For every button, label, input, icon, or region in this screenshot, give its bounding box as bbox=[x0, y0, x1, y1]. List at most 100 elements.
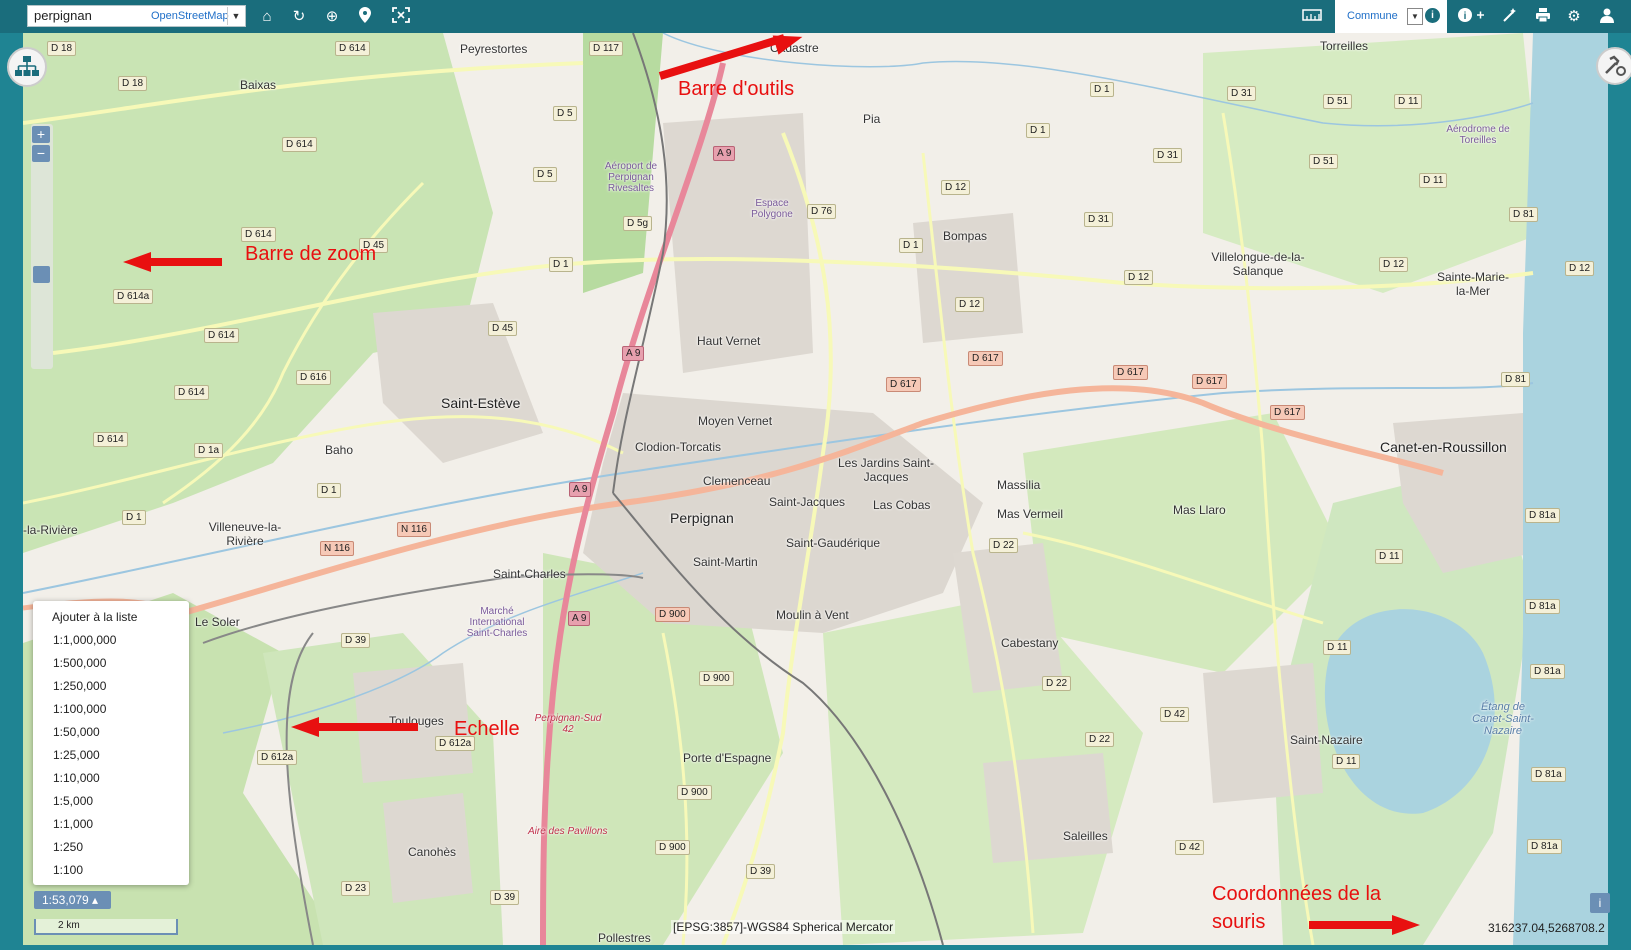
place-label: Saint-Martin bbox=[693, 555, 758, 569]
road-label: D 45 bbox=[488, 321, 518, 336]
place-label: Villelongue-de-la-Salanque bbox=[1211, 250, 1305, 278]
map-view[interactable]: Peyrestortes Cadastre Torreilles Baixas … bbox=[23, 33, 1608, 945]
road-label: D 12 bbox=[941, 180, 971, 195]
annotation-zoom: Barre de zoom bbox=[245, 243, 377, 265]
road-label: D 614a bbox=[113, 289, 154, 304]
road-label: D 22 bbox=[989, 538, 1019, 553]
print-icon[interactable] bbox=[1533, 7, 1553, 27]
road-label: D 51 bbox=[1323, 94, 1353, 109]
scale-option[interactable]: 1:25,000 bbox=[53, 748, 100, 762]
commune-selector[interactable]: Commune ▼ i bbox=[1335, 0, 1447, 33]
place-label: Saint-Gaudérique bbox=[786, 536, 881, 550]
mouse-coordinates: 316237.04,5268708.2 bbox=[1488, 921, 1605, 935]
road-label: N 116 bbox=[397, 522, 431, 537]
place-label: Le Soler bbox=[195, 615, 240, 629]
zoom-in-button[interactable]: + bbox=[32, 126, 50, 143]
place-label: Pia bbox=[863, 112, 881, 126]
road-label: D 614 bbox=[241, 227, 276, 242]
road-label: D 51 bbox=[1309, 154, 1339, 169]
scale-option[interactable]: 1:100 bbox=[53, 863, 83, 877]
road-label: D 11 bbox=[1419, 173, 1448, 188]
place-label: Clodion-Torcatis bbox=[635, 440, 722, 454]
road-label: A 9 bbox=[568, 611, 591, 626]
road-label: D 617 bbox=[886, 377, 921, 392]
location-pin-icon[interactable] bbox=[355, 7, 375, 27]
road-label: D 5 bbox=[553, 106, 577, 121]
refresh-icon[interactable]: ↻ bbox=[289, 7, 309, 27]
road-label: A 9 bbox=[569, 482, 592, 497]
tools-panel-button[interactable] bbox=[1596, 47, 1631, 85]
zoom-out-button[interactable]: − bbox=[32, 145, 50, 162]
scale-option[interactable]: 1:250,000 bbox=[53, 679, 106, 693]
place-label: Canet-en-Roussillon bbox=[1380, 439, 1507, 455]
draw-icon[interactable] bbox=[1500, 7, 1520, 27]
scale-option[interactable]: 1:50,000 bbox=[53, 725, 100, 739]
scale-add-to-list[interactable]: Ajouter à la liste bbox=[52, 610, 137, 624]
search-box[interactable]: OpenStreetMap ▼ bbox=[27, 5, 246, 27]
place-label: Les Jardins Saint-Jacques bbox=[837, 456, 935, 484]
annotation-arrow bbox=[318, 723, 418, 731]
scale-selector-button[interactable]: 1:53,079 ▴ bbox=[34, 891, 111, 909]
road-label: D 81 bbox=[1501, 372, 1531, 387]
scale-option[interactable]: 1:10,000 bbox=[53, 771, 100, 785]
scale-dropdown-menu: Ajouter à la liste 1:1,000,000 1:500,000… bbox=[33, 601, 189, 885]
road-label: D 117 bbox=[589, 41, 623, 56]
place-label: Saint-Estève bbox=[441, 395, 521, 411]
road-label: N 116 bbox=[320, 541, 354, 556]
place-label: Bompas bbox=[943, 229, 988, 243]
place-label: Canohès bbox=[408, 845, 457, 859]
bottom-frame bbox=[0, 945, 1631, 950]
home-icon[interactable]: ⌂ bbox=[257, 7, 277, 27]
chevron-down-icon[interactable]: ▼ bbox=[227, 7, 244, 25]
place-label: Perpignan-Sud 42 bbox=[534, 713, 602, 735]
place-label: Peyrestortes bbox=[460, 42, 528, 56]
globe-icon[interactable]: ⊕ bbox=[322, 7, 342, 27]
place-label: -la-Rivière bbox=[23, 523, 78, 537]
place-label: Baixas bbox=[240, 78, 277, 92]
road-label: D 22 bbox=[1042, 676, 1072, 691]
place-label: Aire des Pavillons bbox=[528, 826, 608, 837]
annotation-arrow-head bbox=[1392, 915, 1420, 935]
road-label: D 617 bbox=[1113, 365, 1148, 380]
road-label: A 9 bbox=[622, 346, 645, 361]
annotation-arrow bbox=[150, 258, 222, 266]
layer-switcher-button[interactable] bbox=[7, 47, 47, 87]
place-label: Espace Polygone bbox=[751, 198, 793, 220]
info-plus-icon[interactable]: i bbox=[1456, 7, 1486, 27]
projection-label: [EPSG:3857]-WGS84 Spherical Mercator bbox=[671, 920, 896, 934]
place-label: Sainte-Marie-la-Mer bbox=[1436, 270, 1510, 298]
info-icon[interactable]: i bbox=[1425, 8, 1440, 23]
scale-option[interactable]: 1:1,000,000 bbox=[53, 633, 116, 647]
scale-option[interactable]: 1:1,000 bbox=[53, 817, 93, 831]
road-label: D 12 bbox=[1565, 261, 1595, 276]
place-label: Porte d'Espagne bbox=[683, 751, 772, 765]
annotation-scale: Echelle bbox=[454, 718, 520, 740]
place-label: Mas Vermeil bbox=[997, 507, 1064, 521]
road-label: D 18 bbox=[118, 76, 148, 91]
road-label: A 9 bbox=[713, 146, 736, 161]
attribution-info-button[interactable]: i bbox=[1590, 893, 1610, 913]
scale-option[interactable]: 1:5,000 bbox=[53, 794, 93, 808]
road-label: D 900 bbox=[655, 607, 690, 622]
road-label: D 614 bbox=[282, 137, 317, 152]
chevron-down-icon[interactable]: ▼ bbox=[1407, 8, 1423, 25]
ruler-icon[interactable] bbox=[1302, 7, 1322, 27]
road-label: D 31 bbox=[1153, 148, 1183, 163]
annotation-toolbar: Barre d'outils bbox=[678, 78, 795, 100]
search-input[interactable] bbox=[34, 8, 144, 23]
place-label: Pollestres bbox=[598, 931, 651, 945]
road-label: D 81a bbox=[1525, 508, 1560, 523]
zoom-slider-handle[interactable] bbox=[33, 266, 50, 283]
scale-option[interactable]: 1:250 bbox=[53, 840, 83, 854]
place-label: Saint-Charles bbox=[493, 567, 566, 581]
annotation-arrow-head bbox=[291, 717, 319, 737]
scale-option[interactable]: 1:500,000 bbox=[53, 656, 106, 670]
scale-option[interactable]: 1:100,000 bbox=[53, 702, 106, 716]
zoom-extent-icon[interactable] bbox=[391, 7, 411, 27]
road-label: D 614 bbox=[335, 41, 370, 56]
road-label: D 1 bbox=[549, 257, 573, 272]
user-icon[interactable] bbox=[1597, 7, 1617, 27]
top-toolbar: OpenStreetMap ▼ ⌂ ↻ ⊕ Commune ▼ i i ⚙ bbox=[0, 0, 1631, 33]
settings-icon[interactable]: ⚙ bbox=[1564, 7, 1584, 27]
road-label: D 22 bbox=[1085, 732, 1115, 747]
